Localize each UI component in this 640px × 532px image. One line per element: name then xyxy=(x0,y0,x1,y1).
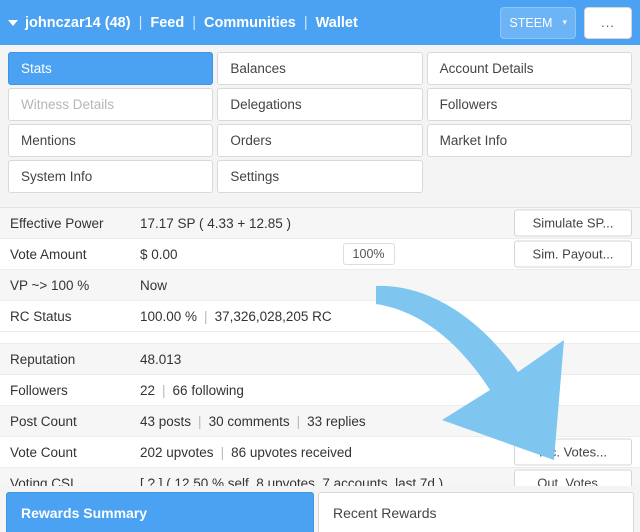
row-vote-amount: Vote Amount $ 0.00 100% Sim. Payout... xyxy=(0,239,640,270)
token-select-value: STEEM xyxy=(509,15,553,30)
section-tab-grid: Stats Balances Account Details Witness D… xyxy=(0,45,640,195)
nav-link-wallet[interactable]: Wallet xyxy=(316,15,358,31)
label-followers: Followers xyxy=(10,382,68,398)
tab-cell: Orders xyxy=(215,123,424,159)
followers-count: 22 xyxy=(140,382,156,398)
tab-cell: Mentions xyxy=(6,123,215,159)
label-reputation: Reputation xyxy=(10,351,76,367)
comments-count: 30 comments xyxy=(208,413,290,429)
tab-balances[interactable]: Balances xyxy=(217,52,423,85)
rc-amount: 37,326,028,205 RC xyxy=(214,308,332,324)
nav-separator-2: | xyxy=(192,14,196,31)
tab-cell: System Info xyxy=(6,159,215,195)
tab-cell: Balances xyxy=(215,51,424,87)
row-post-count: Post Count 43 posts | 30 comments | 33 r… xyxy=(0,406,640,437)
vote-percent-badge[interactable]: 100% xyxy=(342,243,395,265)
following-count: 66 following xyxy=(172,382,244,398)
label-rc-status: RC Status xyxy=(10,308,72,324)
value-post-count: 43 posts | 30 comments | 33 replies xyxy=(140,414,640,429)
row-vp-to-100: VP ~> 100 % Now xyxy=(0,270,640,301)
row-spacer xyxy=(0,332,640,344)
tab-account-details[interactable]: Account Details xyxy=(426,52,632,85)
tab-cell: Settings xyxy=(215,159,424,195)
nav-separator-1: | xyxy=(138,14,143,31)
bottom-tab-rewards-summary[interactable]: Rewards Summary xyxy=(6,492,314,532)
label-vp-to-100: VP ~> 100 % xyxy=(10,277,90,293)
row-reputation: Reputation 48.013 xyxy=(0,344,640,375)
tab-market-info[interactable]: Market Info xyxy=(426,124,632,157)
separator-pipe: | xyxy=(220,444,225,460)
separator-pipe: | xyxy=(204,308,208,324)
tab-mentions[interactable]: Mentions xyxy=(8,124,214,157)
stats-table: Effective Power 17.17 SP ( 4.33 + 12.85 … xyxy=(0,207,640,499)
tab-empty-slot xyxy=(427,160,632,193)
label-post-count: Post Count xyxy=(10,413,77,429)
tab-system-info[interactable]: System Info xyxy=(8,160,214,193)
label-vote-amount: Vote Amount xyxy=(10,246,87,262)
label-effective-power: Effective Power xyxy=(10,215,104,231)
tab-delegations[interactable]: Delegations xyxy=(217,88,423,121)
label-vote-count: Vote Count xyxy=(10,444,77,460)
steem-wallet-window: johnczar14 (48) | Feed | Communities | W… xyxy=(0,0,640,532)
nav-link-communities[interactable]: Communities xyxy=(204,15,296,31)
token-select[interactable]: STEEM ▾ xyxy=(500,6,576,39)
tab-orders[interactable]: Orders xyxy=(217,124,423,157)
more-options-button[interactable]: ... xyxy=(584,6,632,39)
tab-cell: Witness Details xyxy=(6,87,215,123)
upvotes-count: 202 upvotes xyxy=(140,444,214,460)
sim-payout-button[interactable]: Sim. Payout... xyxy=(514,240,632,268)
separator-pipe: | xyxy=(296,413,301,429)
tab-cell: Market Info xyxy=(425,123,634,159)
simulate-sp-button[interactable]: Simulate SP... xyxy=(514,209,632,237)
nav-link-feed[interactable]: Feed xyxy=(150,15,184,31)
topbar-right-controls: STEEM ▾ ... xyxy=(500,6,632,39)
tab-cell: Delegations xyxy=(215,87,424,123)
incoming-votes-button[interactable]: Inc. Votes... xyxy=(514,438,632,466)
upvotes-received-count: 86 upvotes received xyxy=(231,444,352,460)
value-rc-status: 100.00 % | 37,326,028,205 RC xyxy=(140,309,640,324)
chevron-down-icon: ▾ xyxy=(562,17,567,27)
row-followers: Followers 22 | 66 following xyxy=(0,375,640,406)
tab-stats[interactable]: Stats xyxy=(8,52,214,85)
tab-followers[interactable]: Followers xyxy=(426,88,632,121)
account-menu-caret-icon[interactable] xyxy=(8,19,18,26)
rc-percent: 100.00 % xyxy=(140,308,198,324)
value-followers: 22 | 66 following xyxy=(140,383,640,398)
bottom-tab-recent-rewards[interactable]: Recent Rewards xyxy=(318,492,634,532)
tab-cell: Followers xyxy=(425,87,634,123)
nav-separator-3: | xyxy=(303,14,308,31)
separator-pipe: | xyxy=(162,382,166,398)
value-vp-to-100: Now xyxy=(140,277,168,293)
row-vote-count: Vote Count 202 upvotes | 86 upvotes rece… xyxy=(0,437,640,468)
posts-count: 43 posts xyxy=(140,413,192,429)
row-effective-power: Effective Power 17.17 SP ( 4.33 + 12.85 … xyxy=(0,208,640,239)
tab-cell: Stats xyxy=(6,51,215,87)
bottom-tab-bar: Rewards Summary Recent Rewards xyxy=(0,486,640,532)
tab-settings[interactable]: Settings xyxy=(217,160,423,193)
separator-pipe: | xyxy=(198,413,202,429)
replies-count: 33 replies xyxy=(307,413,366,429)
value-reputation: 48.013 xyxy=(140,351,182,367)
tab-witness-details: Witness Details xyxy=(8,88,214,121)
value-vote-amount: $ 0.00 xyxy=(140,246,178,262)
row-rc-status: RC Status 100.00 % | 37,326,028,205 RC xyxy=(0,301,640,332)
tab-cell xyxy=(425,159,634,195)
account-name-label[interactable]: johnczar14 (48) xyxy=(25,15,131,31)
top-navigation-bar: johnczar14 (48) | Feed | Communities | W… xyxy=(0,0,640,45)
tab-cell: Account Details xyxy=(425,51,634,87)
